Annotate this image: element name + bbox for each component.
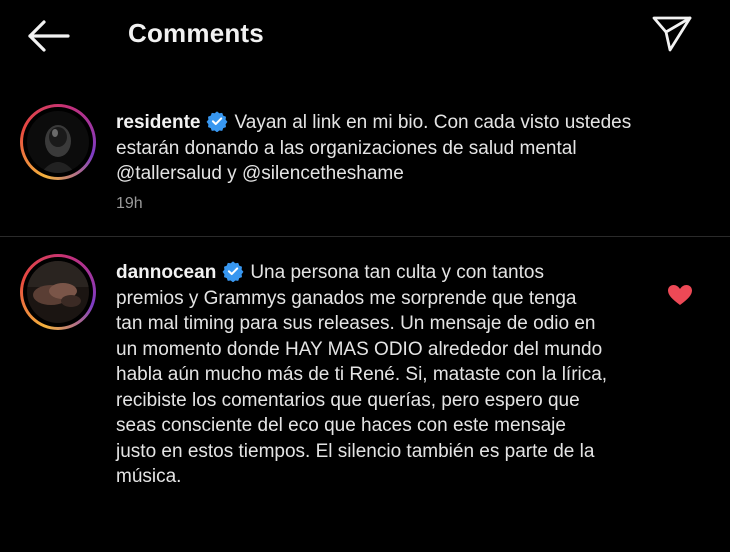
page-title: Comments — [128, 18, 264, 48]
comment-line: seas consciente del eco que haces con es… — [116, 415, 566, 436]
heart-icon — [668, 285, 692, 305]
comment-line: @tallersalud y @silencetheshame — [116, 163, 404, 184]
comment-timestamp: 19h — [116, 195, 143, 212]
comment-line-text: Vayan al link en mi bio. Con cada visto … — [234, 112, 632, 133]
username[interactable]: residente — [116, 112, 200, 133]
comment-text: residente Vayan al link en mi bio. Con ca… — [116, 110, 656, 187]
comment-item: residente Vayan al link en mi bio. Con ca… — [0, 100, 730, 230]
verified-badge-icon — [222, 261, 244, 282]
comment-line: tan mal timing para sus releases. Un men… — [116, 313, 596, 334]
comment-line: justo en estos tiempos. El silencio tamb… — [116, 440, 595, 462]
send-button[interactable] — [650, 14, 694, 54]
verified-badge-icon — [207, 111, 228, 132]
comment-line-text: Una persona tan culta y con tantos — [250, 262, 544, 283]
paper-plane-icon — [652, 16, 692, 52]
back-button[interactable] — [22, 14, 72, 58]
comment-line: habla aún mucho más de ti René. Si, mata… — [116, 364, 608, 385]
comment-line: estarán donando a las organizaciones de … — [116, 137, 577, 159]
username[interactable]: dannocean — [116, 262, 216, 283]
comment-line: música. — [116, 466, 182, 487]
comment-line: premios y Grammys ganados me sorprende q… — [116, 287, 577, 309]
arrow-left-icon — [28, 20, 70, 52]
avatar[interactable] — [20, 254, 96, 330]
comment-line: un momento donde HAY MAS ODIO alrededor … — [116, 338, 603, 360]
header-bar: Comments — [0, 0, 730, 72]
avatar[interactable] — [20, 104, 96, 180]
like-button[interactable] — [667, 284, 693, 306]
comment-line: residente Vayan al link en mi bio. Con ca… — [116, 110, 656, 136]
comment-line: dannocean Una persona tan culta y con tan… — [116, 260, 656, 286]
comment-text: dannocean Una persona tan culta y con tan… — [116, 260, 656, 490]
comment-item: dannocean Una persona tan culta y con tan… — [0, 250, 730, 550]
comment-line: recibiste los comentarios que querías, p… — [116, 389, 580, 411]
avatar-image — [27, 111, 89, 173]
divider — [0, 236, 730, 237]
avatar-image — [27, 261, 89, 323]
